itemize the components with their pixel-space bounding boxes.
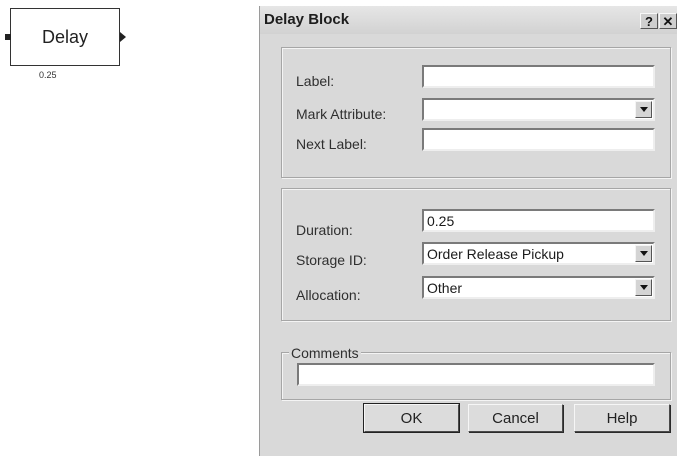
delay-block-name: Delay <box>41 26 89 47</box>
ok-button[interactable]: OK <box>363 403 460 433</box>
help-icon[interactable]: ? <box>640 13 658 29</box>
mark-attribute-label: Mark Attribute: <box>296 106 387 122</box>
next-label-field[interactable] <box>422 128 655 151</box>
dialog-title: Delay Block <box>264 11 350 28</box>
delay-block[interactable]: Delay <box>10 8 120 66</box>
cancel-button[interactable]: Cancel <box>468 404 563 432</box>
next-label-label: Next Label: <box>296 136 367 152</box>
storage-id-select[interactable]: Order Release Pickup <box>422 242 655 265</box>
delay-block-value: 0.25 <box>39 70 57 80</box>
label-field[interactable] <box>422 65 655 88</box>
storage-id-label: Storage ID: <box>296 252 367 268</box>
allocation-dropdown-button[interactable] <box>635 279 652 296</box>
chevron-down-icon <box>639 285 648 290</box>
delay-block-dialog: Delay Block ? ✕ Label: Mark Attribute: N… <box>259 6 677 456</box>
allocation-label: Allocation: <box>296 287 361 303</box>
close-icon[interactable]: ✕ <box>659 13 677 29</box>
allocation-select[interactable]: Other <box>422 276 655 299</box>
mark-attribute-select[interactable] <box>422 98 655 121</box>
label-label: Label: <box>296 73 335 89</box>
comments-legend: Comments <box>289 345 361 361</box>
help-button[interactable]: Help <box>574 404 670 432</box>
duration-field[interactable]: 0.25 <box>422 209 655 232</box>
chevron-down-icon <box>639 107 648 112</box>
duration-label: Duration: <box>296 222 353 238</box>
comments-field[interactable] <box>297 363 655 386</box>
chevron-down-icon <box>639 251 648 256</box>
title-bar: Delay Block ? ✕ <box>260 6 677 34</box>
output-port-arrow-icon[interactable] <box>120 32 126 42</box>
storage-id-value: Order Release Pickup <box>427 246 564 262</box>
mark-attribute-dropdown-button[interactable] <box>635 101 652 118</box>
input-port[interactable] <box>5 34 11 40</box>
allocation-value: Other <box>427 280 463 296</box>
storage-id-dropdown-button[interactable] <box>635 245 652 262</box>
